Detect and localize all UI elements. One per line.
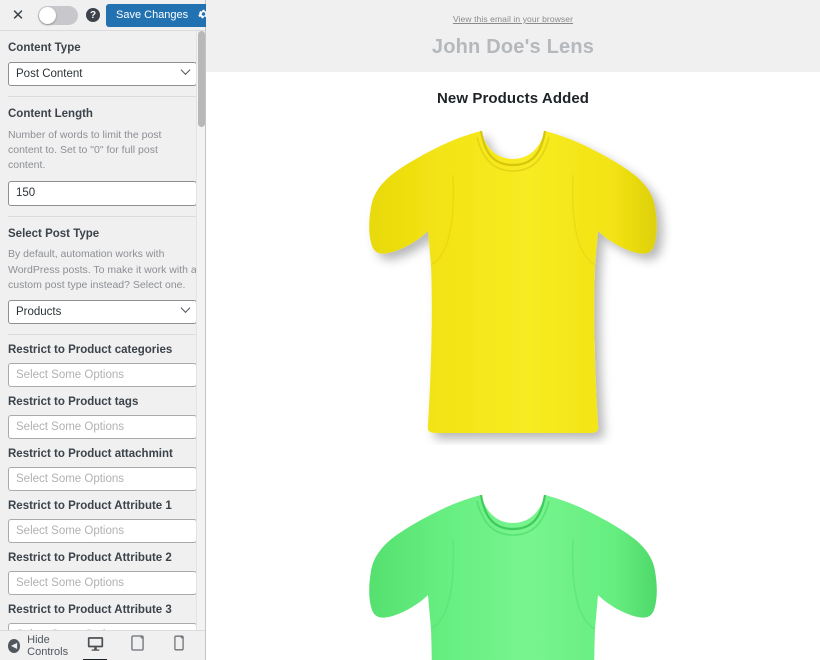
product-item	[206, 115, 820, 445]
field-restrict-product-attribute-3: Restrict to Product Attribute 3 Select S…	[8, 595, 197, 630]
field-label: Restrict to Product Attribute 1	[8, 499, 197, 514]
sidebar-scrollbar[interactable]	[196, 31, 205, 630]
field-label: Select Post Type	[8, 227, 197, 242]
close-icon[interactable]: ✕	[8, 5, 28, 25]
product-item	[206, 479, 820, 660]
field-label: Content Length	[8, 107, 197, 122]
tablet-preview-button[interactable]	[127, 635, 147, 657]
field-restrict-product-attachmint: Restrict to Product attachmint Select So…	[8, 439, 197, 491]
field-restrict-product-tags: Restrict to Product tags Select Some Opt…	[8, 387, 197, 439]
section-title: New Products Added	[206, 90, 820, 107]
help-icon[interactable]: ?	[86, 8, 100, 22]
field-label: Restrict to Product tags	[8, 395, 197, 410]
field-restrict-product-categories: Restrict to Product categories Select So…	[8, 334, 197, 387]
green-tshirt-image	[353, 479, 673, 660]
sidebar-options-panel: Content Type Post Content Content Length…	[0, 31, 205, 630]
field-content-type: Content Type Post Content	[8, 31, 197, 86]
field-restrict-product-attribute-2: Restrict to Product Attribute 2 Select S…	[8, 543, 197, 595]
mobile-preview-button[interactable]	[169, 635, 189, 657]
content-length-input[interactable]: 150	[8, 181, 197, 206]
email-brand-title: John Doe's Lens	[432, 36, 594, 59]
select-value: Post Content	[16, 68, 82, 80]
field-label: Restrict to Product attachmint	[8, 447, 197, 462]
field-label: Restrict to Product Attribute 3	[8, 603, 197, 618]
product-tags-multiselect[interactable]: Select Some Options	[8, 415, 197, 439]
chevron-down-icon	[181, 303, 191, 313]
chevron-left-circle-icon: ◀	[8, 639, 20, 653]
customizer-screen: ✕ ? Save Changes Content Type Post Conte…	[0, 0, 820, 660]
field-description: By default, automation works with WordPr…	[8, 247, 197, 293]
sidebar-footer: ◀ Hide Controls	[0, 630, 205, 660]
input-value: 150	[16, 187, 35, 199]
mobile-icon	[174, 635, 184, 656]
field-label: Content Type	[8, 41, 197, 56]
device-preview-switcher	[85, 635, 195, 657]
multiselect-placeholder: Select Some Options	[16, 421, 124, 433]
customizer-sidebar: ✕ ? Save Changes Content Type Post Conte…	[0, 0, 206, 660]
field-label: Restrict to Product Attribute 2	[8, 551, 197, 566]
tablet-icon	[131, 635, 144, 656]
desktop-icon	[87, 636, 104, 656]
sidebar-toolbar: ✕ ? Save Changes	[0, 0, 205, 31]
field-content-length: Content Length Number of words to limit …	[8, 96, 197, 206]
product-attribute-2-multiselect[interactable]: Select Some Options	[8, 571, 197, 595]
multiselect-placeholder: Select Some Options	[16, 369, 124, 381]
product-attachmint-multiselect[interactable]: Select Some Options	[8, 467, 197, 491]
product-attribute-3-multiselect[interactable]: Select Some Options	[8, 623, 197, 630]
email-body: New Products Added	[206, 72, 820, 660]
field-select-post-type: Select Post Type By default, automation …	[8, 216, 197, 325]
post-type-select[interactable]: Products	[8, 300, 197, 324]
preview-toggle-switch[interactable]	[38, 6, 78, 25]
email-preview-panel: View this email in your browser John Doe…	[206, 0, 820, 660]
save-changes-button[interactable]: Save Changes	[106, 4, 217, 27]
chevron-down-icon	[181, 65, 191, 75]
yellow-tshirt-image	[353, 115, 673, 445]
sidebar-scrollbar-thumb[interactable]	[198, 31, 205, 127]
multiselect-placeholder: Select Some Options	[16, 525, 124, 537]
hide-controls-button[interactable]: ◀ Hide Controls	[8, 634, 85, 658]
multiselect-placeholder: Select Some Options	[16, 473, 124, 485]
product-categories-multiselect[interactable]: Select Some Options	[8, 363, 197, 387]
hide-controls-label: Hide Controls	[27, 634, 85, 658]
field-description: Number of words to limit the post conten…	[8, 128, 197, 174]
email-header: View this email in your browser John Doe…	[206, 0, 820, 72]
field-label: Restrict to Product categories	[8, 343, 197, 358]
view-in-browser-link[interactable]: View this email in your browser	[453, 14, 573, 24]
select-value: Products	[16, 306, 61, 318]
save-button-label: Save Changes	[116, 9, 188, 21]
content-type-select[interactable]: Post Content	[8, 62, 197, 86]
product-attribute-1-multiselect[interactable]: Select Some Options	[8, 519, 197, 543]
multiselect-placeholder: Select Some Options	[16, 577, 124, 589]
desktop-preview-button[interactable]	[85, 635, 105, 657]
field-restrict-product-attribute-1: Restrict to Product Attribute 1 Select S…	[8, 491, 197, 543]
